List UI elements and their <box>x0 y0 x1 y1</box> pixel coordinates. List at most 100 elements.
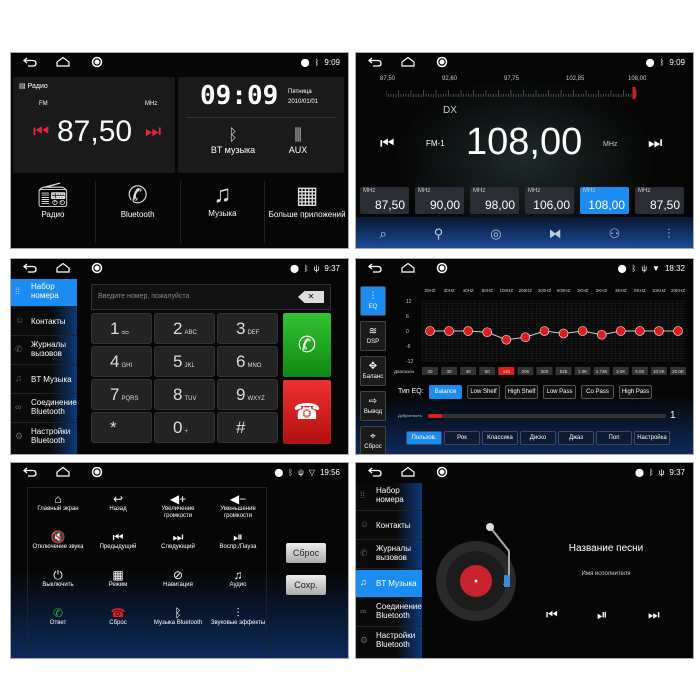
seek-forward-icon[interactable]: ⏭ <box>648 135 662 153</box>
brightness-icon[interactable] <box>435 262 449 274</box>
dsp-tab[interactable]: ≋ DSP <box>360 321 386 351</box>
search-icon[interactable]: ⚲ <box>434 226 444 242</box>
sidebar-item-bt-music[interactable]: ♫ BT Музыка <box>356 570 422 598</box>
eq-preset-button[interactable]: Диско <box>520 431 556 445</box>
eq-band-handle[interactable] <box>558 328 569 339</box>
eq-band-handle[interactable] <box>596 329 607 340</box>
eq-tab[interactable]: ⫶ EQ <box>360 286 386 316</box>
eq-preset-button[interactable]: Джаз <box>558 431 594 445</box>
sidebar-item-contacts[interactable]: ☺ Контакты <box>11 308 77 336</box>
reset-button[interactable]: Сброс <box>286 543 326 563</box>
key-8[interactable]: 8 TUV <box>154 379 215 410</box>
eq-band-handle[interactable] <box>577 326 588 336</box>
home-icon[interactable] <box>401 56 415 68</box>
eq-preset-button[interactable]: Рок <box>444 431 480 445</box>
key-2[interactable]: 2 ABC <box>154 313 215 344</box>
key-7[interactable]: 7 PQRS <box>91 379 152 410</box>
phone-number-input[interactable]: Введите номер, пожалуйста ✕ <box>91 284 331 310</box>
home-icon[interactable] <box>401 466 415 478</box>
eq-type-button[interactable]: High Shelf <box>505 385 538 399</box>
preset-button[interactable]: MHz 87,50 <box>635 187 684 214</box>
wheel-key[interactable]: ⏮ Предыдущий <box>88 530 148 551</box>
sidebar-item-bt-music[interactable]: ♫ BT Музыка <box>11 366 77 394</box>
back-icon[interactable] <box>23 466 37 478</box>
brightness-icon[interactable] <box>90 466 104 478</box>
save-button[interactable]: Сохр. <box>286 575 326 595</box>
backspace-button[interactable]: ✕ <box>298 291 324 303</box>
sidebar-item-bt-connection[interactable]: ∞ Соединение Bluetooth <box>356 599 422 627</box>
eq-type-button[interactable]: High Pass <box>619 385 652 399</box>
dx-mode[interactable]: DX <box>443 105 457 116</box>
brightness-icon[interactable] <box>90 56 104 68</box>
seek-back-icon[interactable]: ⏮ <box>380 135 394 153</box>
key-1[interactable]: 1 ᴑᴑ <box>91 313 152 344</box>
back-icon[interactable] <box>368 56 382 68</box>
eq-band-handle[interactable] <box>444 326 454 336</box>
brightness-icon[interactable] <box>90 262 104 274</box>
eq-band-handle[interactable] <box>654 326 664 336</box>
key-4[interactable]: 4 GHI <box>91 346 152 377</box>
equalizer-icon[interactable]: ⫶ <box>667 226 670 242</box>
app-music[interactable]: ♫ Музыка <box>181 181 266 243</box>
reset-tab[interactable]: ⌖ Сброс <box>360 426 386 454</box>
frequency-scale[interactable]: 87,50 92,60 97,75 102,85 108,00 <box>380 73 666 101</box>
bt-music-shortcut[interactable]: ᛒ BT музыка <box>203 127 263 155</box>
eq-graph[interactable]: 12 6 0 -6 -12 20HZ 30HZ 40HZ 50HZ 100HZ 200HZ 300HZ… <box>394 283 689 379</box>
output-tab[interactable]: ⇨ Вывод <box>360 391 386 421</box>
back-icon[interactable] <box>23 262 37 274</box>
wheel-key[interactable]: ☎ Сброс <box>88 606 148 627</box>
eq-band-handle[interactable] <box>635 326 645 336</box>
eq-band-handle[interactable] <box>482 327 493 338</box>
brightness-icon[interactable] <box>435 56 449 68</box>
local-icon[interactable]: ⚇ <box>609 226 621 242</box>
app-bluetooth[interactable]: ✆ Bluetooth <box>96 181 181 243</box>
wheel-key[interactable]: ♫ Аудио <box>208 568 268 589</box>
app-radio[interactable]: 📻︎ Радио <box>11 181 96 243</box>
sidebar-item-bt-connection[interactable]: ∞ Соединение Bluetooth <box>11 395 77 423</box>
back-icon[interactable] <box>368 466 382 478</box>
sidebar-item-bt-settings[interactable]: ⚙ Настройки Bluetooth <box>356 628 422 656</box>
wheel-key[interactable]: ⏯ Воспр./Пауза <box>208 530 268 551</box>
home-icon[interactable] <box>56 262 70 274</box>
next-track-icon[interactable]: ⏭ <box>648 607 660 623</box>
eq-type-button[interactable]: Co Pass <box>581 385 614 399</box>
eq-band-handle[interactable] <box>615 326 626 336</box>
key-*[interactable]: * <box>91 412 152 443</box>
wheel-key[interactable]: 🔇 Отключение звука <box>28 530 88 551</box>
home-icon[interactable] <box>56 56 70 68</box>
preset-button[interactable]: MHz 87,50 <box>360 187 409 214</box>
sidebar-item-call-log[interactable]: ✆ Журналы вызовов <box>356 541 422 569</box>
brightness-icon[interactable] <box>435 466 449 478</box>
wheel-key[interactable]: ᛒ Музыка Bluetooth <box>148 606 208 627</box>
eq-type-button[interactable]: Balance <box>429 385 462 399</box>
wheel-key[interactable]: ↩ Назад <box>88 492 148 513</box>
wheel-key[interactable]: ⌂ Главный экран <box>28 492 88 513</box>
preset-button[interactable]: MHz 98,00 <box>470 187 519 214</box>
sidebar-item-dial[interactable]: ⁞⁞ Набор номера <box>11 279 77 307</box>
preset-button[interactable]: MHz 90,00 <box>415 187 464 214</box>
key-5[interactable]: 5 JKL <box>154 346 215 377</box>
eq-band-handle[interactable] <box>520 332 531 343</box>
wheel-key[interactable]: ◀− Уменьшение громкости <box>208 492 268 520</box>
seek-forward-icon[interactable]: ⏭ <box>145 121 161 142</box>
eq-band-handle[interactable] <box>501 334 512 345</box>
sidebar-item-dial[interactable]: ⁞⁞ Набор номера <box>356 483 422 511</box>
sidebar-item-call-log[interactable]: ✆ Журналы вызовов <box>11 337 77 365</box>
wheel-key[interactable]: ✆ Ответ <box>28 606 88 627</box>
eq-preset-button[interactable]: Поп <box>596 431 632 445</box>
wheel-key[interactable]: ⫶ Звуковые эффекты <box>208 606 268 627</box>
tuner-needle[interactable] <box>632 87 636 99</box>
home-icon[interactable] <box>56 466 70 478</box>
app-more[interactable]: ▦ Больше приложений <box>265 181 348 243</box>
sidebar-item-bt-settings[interactable]: ⚙ Настройки Bluetooth <box>11 424 77 452</box>
sidebar-item-contacts[interactable]: ☺ Контакты <box>356 512 422 540</box>
wheel-key[interactable]: ⊘ Навигация <box>148 568 208 589</box>
play-pause-icon[interactable]: ⏯ <box>597 607 607 623</box>
back-icon[interactable] <box>23 56 37 68</box>
previous-track-icon[interactable]: ⏮ <box>546 607 558 623</box>
home-icon[interactable] <box>401 262 415 274</box>
eq-band-handle[interactable] <box>673 326 683 336</box>
key-9[interactable]: 9 WXYZ <box>217 379 278 410</box>
stereo-icon[interactable]: ⧓ <box>549 226 562 242</box>
wheel-key[interactable]: ⏭ Следующий <box>148 530 208 551</box>
